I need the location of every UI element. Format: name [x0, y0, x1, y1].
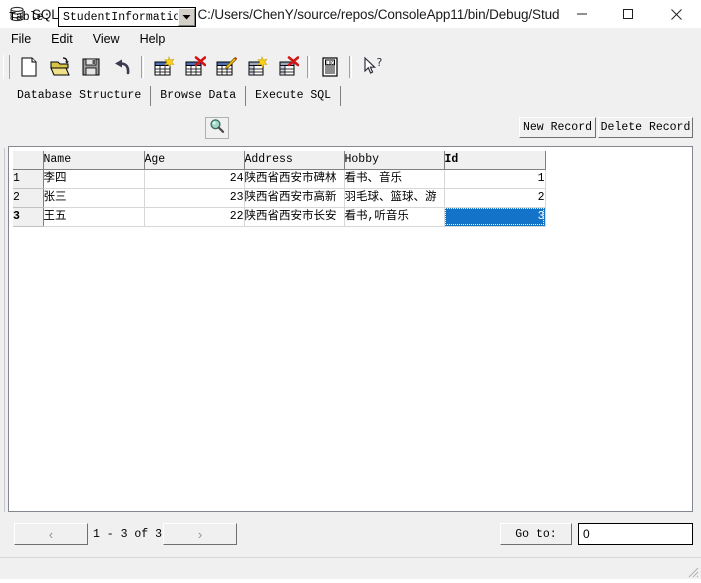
- cell-hobby[interactable]: 看书、音乐: [344, 169, 445, 189]
- toolbar-grip[interactable]: [3, 54, 10, 79]
- grid-corner-cell[interactable]: [13, 151, 44, 170]
- resize-grip-icon[interactable]: [685, 564, 699, 578]
- save-icon[interactable]: [76, 52, 105, 81]
- cell-id[interactable]: 2: [444, 188, 546, 208]
- minimize-button[interactable]: [559, 0, 605, 28]
- menu-item-edit[interactable]: Edit: [42, 30, 82, 48]
- new-database-icon[interactable]: [14, 52, 43, 81]
- tab-strip: Database Structure Browse Data Execute S…: [0, 84, 701, 106]
- toolbar-separator: [307, 55, 310, 78]
- cell-id-selected[interactable]: 3: [444, 207, 546, 227]
- menu-item-view[interactable]: View: [84, 30, 129, 48]
- previous-page-button[interactable]: ‹: [14, 523, 88, 545]
- row-header[interactable]: 1: [13, 169, 44, 189]
- delete-record-button[interactable]: Delete Record: [598, 117, 693, 138]
- maximize-button[interactable]: [605, 0, 651, 28]
- table-row[interactable]: 3 王五 22 陕西省西安市长安 看书,听音乐 3: [13, 207, 546, 227]
- cell-address[interactable]: 陕西省西安市高新: [244, 188, 345, 208]
- panel-edge: [4, 148, 5, 512]
- cell-hobby[interactable]: 羽毛球、篮球、游: [344, 188, 445, 208]
- tab-execute-sql[interactable]: Execute SQL: [246, 86, 342, 106]
- table-select-combo[interactable]: StudentInformation: [58, 7, 196, 27]
- status-bar: [0, 557, 701, 579]
- cell-name[interactable]: 张三: [43, 188, 145, 208]
- close-button[interactable]: [651, 0, 701, 28]
- create-table-icon[interactable]: [149, 52, 178, 81]
- toolbar-separator: [349, 55, 352, 78]
- app-window: SQLite Database Browser - C:/Users/ChenY…: [0, 0, 701, 579]
- modify-table-icon[interactable]: [211, 52, 240, 81]
- toolbar-separator: [141, 55, 144, 78]
- column-header-hobby[interactable]: Hobby: [344, 151, 445, 170]
- column-header-address[interactable]: Address: [244, 151, 345, 170]
- column-header-age[interactable]: Age: [144, 151, 245, 170]
- cell-age[interactable]: 22: [144, 207, 245, 227]
- table-select-value: StudentInformation: [63, 10, 178, 24]
- menu-item-help[interactable]: Help: [131, 30, 175, 48]
- magnifier-icon: [209, 118, 225, 139]
- data-grid-panel: Name Age Address Hobby Id 1 李四 24 陕西省西安市…: [8, 146, 693, 512]
- cell-hobby[interactable]: 看书,听音乐: [344, 207, 445, 227]
- table-header-row: Name Age Address Hobby Id: [13, 151, 546, 170]
- cell-age[interactable]: 24: [144, 169, 245, 189]
- delete-index-icon[interactable]: [273, 52, 302, 81]
- page-info-label: 1 - 3 of 3: [93, 528, 163, 541]
- cell-id[interactable]: 1: [444, 169, 546, 189]
- search-button[interactable]: [205, 117, 229, 139]
- open-database-icon[interactable]: [45, 52, 74, 81]
- table-label: Table:: [9, 11, 51, 24]
- tab-database-structure[interactable]: Database Structure: [8, 86, 152, 106]
- whats-this-icon[interactable]: ?: [357, 52, 386, 81]
- cell-address[interactable]: 陕西省西安市碑林: [244, 169, 345, 189]
- row-header[interactable]: 2: [13, 188, 44, 208]
- cell-name[interactable]: 王五: [43, 207, 145, 227]
- new-record-button[interactable]: New Record: [519, 117, 596, 138]
- tab-browse-data[interactable]: Browse Data: [151, 86, 247, 106]
- menu-bar: File Edit View Help: [0, 28, 701, 50]
- column-header-id[interactable]: Id: [444, 151, 546, 170]
- cell-address[interactable]: 陕西省西安市长安: [244, 207, 345, 227]
- svg-text:?: ?: [376, 56, 382, 69]
- chevron-down-icon[interactable]: [178, 8, 195, 26]
- undo-icon[interactable]: [107, 52, 136, 81]
- toolbar: LOG ?: [0, 50, 701, 83]
- go-to-input[interactable]: 0: [578, 523, 693, 545]
- create-index-icon[interactable]: [242, 52, 271, 81]
- window-controls: [559, 0, 701, 28]
- data-grid[interactable]: Name Age Address Hobby Id 1 李四 24 陕西省西安市…: [13, 151, 688, 507]
- cell-name[interactable]: 李四: [43, 169, 145, 189]
- row-header[interactable]: 3: [13, 207, 44, 227]
- table-row[interactable]: 2 张三 23 陕西省西安市高新 羽毛球、篮球、游 2: [13, 188, 546, 208]
- next-page-button[interactable]: ›: [163, 523, 237, 545]
- menu-item-file[interactable]: File: [2, 30, 40, 48]
- data-table: Name Age Address Hobby Id 1 李四 24 陕西省西安市…: [13, 151, 546, 227]
- column-header-name[interactable]: Name: [43, 151, 145, 170]
- svg-text:LOG: LOG: [326, 60, 334, 65]
- delete-table-icon[interactable]: [180, 52, 209, 81]
- log-icon[interactable]: LOG: [315, 52, 344, 81]
- go-to-button[interactable]: Go to:: [500, 523, 572, 545]
- table-row[interactable]: 1 李四 24 陕西省西安市碑林 看书、音乐 1: [13, 169, 546, 189]
- cell-age[interactable]: 23: [144, 188, 245, 208]
